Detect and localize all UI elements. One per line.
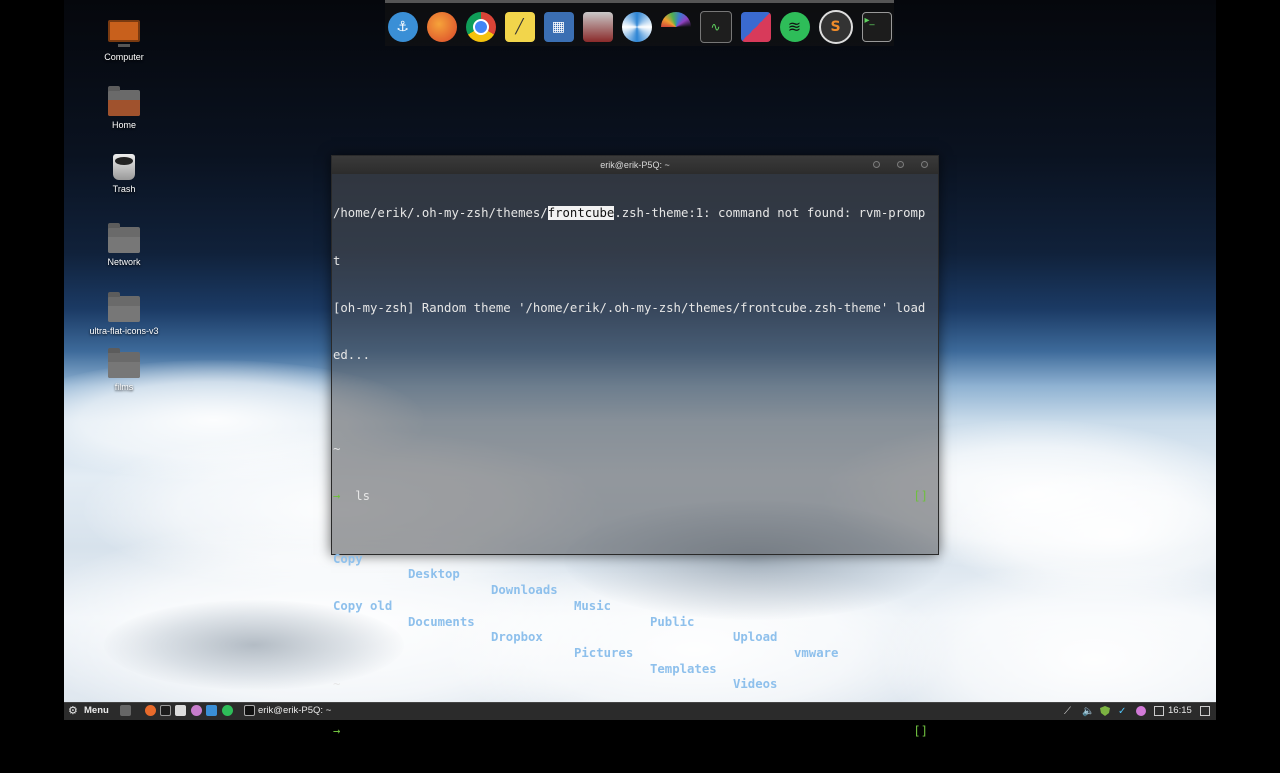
desktop-icon-home[interactable]: Home	[79, 86, 169, 130]
prompt-path: ~	[333, 441, 341, 456]
desktop-icon-network[interactable]: Network	[79, 223, 169, 267]
app-launcher-icon[interactable]	[191, 705, 202, 716]
shield-icon[interactable]	[1100, 706, 1110, 716]
desktop-icon-label: films	[114, 382, 134, 392]
menu-button[interactable]: Menu	[84, 705, 109, 716]
desktop-icon-trash[interactable]: Trash	[79, 154, 169, 194]
minimize-button[interactable]	[873, 161, 880, 168]
system-monitor-icon[interactable]: ∿	[699, 10, 732, 43]
chrome-icon[interactable]	[465, 11, 496, 42]
ls-item: Pictures	[574, 645, 634, 660]
selected-text: frontcube	[547, 206, 615, 221]
prompt-arrow-icon: →	[333, 488, 341, 503]
terminal-line-empty	[333, 630, 937, 646]
folder-icon	[108, 292, 140, 322]
video-editor-icon[interactable]: ▦	[543, 11, 574, 42]
archive-manager-icon[interactable]	[582, 11, 613, 42]
ls-item: Templates	[650, 661, 717, 676]
prompt-path: ~	[333, 677, 341, 692]
network-folder-icon	[108, 223, 140, 253]
network-icon[interactable]: ⟋	[1064, 706, 1074, 717]
terminal-line: /home/erik/.oh-my-zsh/themes/frontcube.z…	[333, 206, 937, 222]
window-title: erik@erik-P5Q: ~	[600, 160, 670, 170]
dock: ⚓ ╱ ▦ ∿ ≋ S ▸_	[385, 0, 894, 46]
spotify-launcher-icon[interactable]	[222, 705, 233, 716]
wifi-icon[interactable]: ✓	[1118, 706, 1128, 717]
app-launcher-icon[interactable]	[206, 705, 217, 716]
prompt-status: []	[913, 488, 928, 503]
volume-icon[interactable]: 🔈	[1082, 706, 1094, 717]
terminal-line: [oh-my-zsh] Random theme '/home/erik/.oh…	[333, 300, 926, 315]
desktop-icon-label: Computer	[104, 52, 144, 62]
terminal-text: /home/erik/.oh-my-zsh/themes/	[333, 206, 548, 221]
pinwheel-icon[interactable]	[621, 11, 652, 42]
prompt-line: → []	[333, 724, 937, 740]
ls-item: Music	[574, 598, 612, 613]
desktop-icon-label: Home	[111, 120, 136, 130]
ls-item: Desktop	[408, 567, 460, 582]
terminal-text: .zsh-theme:1: command not found: rvm-pro…	[614, 206, 926, 221]
desktop-icon-label: Trash	[112, 184, 136, 194]
prompt-status: []	[913, 724, 928, 739]
ls-item: Copy old	[333, 598, 393, 613]
taskbar-window-button[interactable]: erik@erik-P5Q: ~	[258, 705, 331, 716]
notes-icon[interactable]: ╱	[504, 11, 535, 42]
terminal-window-icon	[244, 705, 255, 716]
firefox-icon[interactable]	[426, 11, 457, 42]
rainbow-icon[interactable]	[660, 11, 691, 42]
anchor-icon[interactable]: ⚓	[387, 11, 418, 42]
cards-icon[interactable]	[740, 11, 771, 42]
ls-output-row: Copy Desktop Downloads Music Public Uplo…	[333, 536, 937, 660]
ls-item: Public	[650, 614, 695, 629]
desktop-icon-label: ultra-flat-icons-v3	[89, 326, 159, 336]
terminal-line: t	[333, 253, 341, 268]
ls-item: Documents	[408, 614, 475, 629]
computer-icon	[108, 20, 140, 47]
terminal-icon[interactable]: ▸_	[861, 11, 892, 42]
terminal-window[interactable]: erik@erik-P5Q: ~ /home/erik/.oh-my-zsh/t…	[331, 155, 939, 738]
sublime-icon[interactable]: S	[818, 9, 853, 44]
desktop-icon-computer[interactable]: Computer	[79, 20, 169, 62]
window-titlebar[interactable]: erik@erik-P5Q: ~	[332, 156, 938, 174]
home-folder-icon	[108, 86, 140, 116]
spotify-icon[interactable]: ≋	[779, 11, 810, 42]
ls-item: Copy	[333, 551, 363, 566]
desktop-icon-films[interactable]: films	[79, 348, 169, 392]
desktop-icon-label: Network	[107, 257, 141, 267]
ls-output-row: Copy old Documents Dropbox Pictures Temp…	[333, 583, 937, 692]
terminal-line-empty	[333, 395, 937, 411]
firefox-launcher-icon[interactable]	[145, 705, 156, 716]
close-button[interactable]	[921, 161, 928, 168]
files-launcher-icon[interactable]	[175, 705, 186, 716]
terminal-output[interactable]: /home/erik/.oh-my-zsh/themes/frontcube.z…	[332, 174, 938, 773]
clock[interactable]: 16:15	[1168, 705, 1192, 716]
desktop-icon-ultra-flat-icons[interactable]: ultra-flat-icons-v3	[79, 292, 169, 336]
prompt-line: → ls []	[333, 489, 937, 505]
show-desktop-icon[interactable]	[120, 705, 131, 716]
terminal-line: ed...	[333, 347, 371, 362]
terminal-launcher-icon[interactable]	[160, 705, 171, 716]
maximize-button[interactable]	[897, 161, 904, 168]
prompt-arrow-icon: →	[333, 724, 341, 739]
battery-icon[interactable]	[1154, 706, 1164, 716]
notification-icon[interactable]	[1136, 706, 1146, 716]
command-text: ls	[355, 488, 371, 503]
folder-icon	[108, 348, 140, 378]
taskbar: ⚙ Menu erik@erik-P5Q: ~ ⟋ 🔈 ✓ 16:15	[64, 702, 1216, 720]
menu-gear-icon: ⚙	[68, 705, 78, 717]
ls-item: vmware	[794, 645, 839, 660]
show-desktop-icon[interactable]	[1200, 706, 1210, 716]
trash-icon	[113, 154, 135, 180]
